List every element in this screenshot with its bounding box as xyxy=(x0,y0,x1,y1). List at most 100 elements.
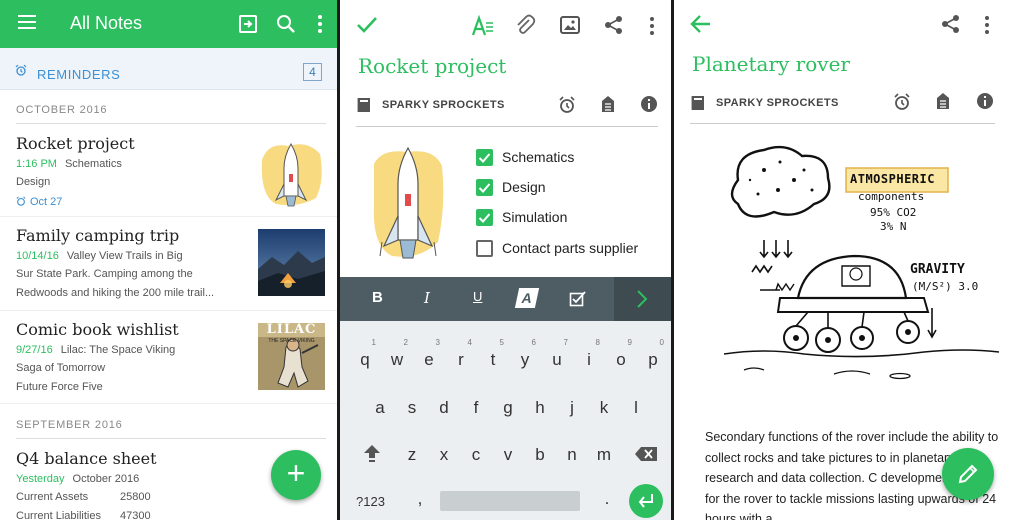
attach-icon[interactable] xyxy=(514,14,536,36)
enter-icon xyxy=(638,494,653,508)
key[interactable]: 5t xyxy=(481,338,505,370)
share-icon[interactable] xyxy=(941,14,961,34)
underline-button[interactable]: U xyxy=(473,289,482,304)
key[interactable]: 1q xyxy=(353,338,377,370)
key-label: y xyxy=(520,350,530,369)
reminders-bar[interactable]: REMINDERS 4 xyxy=(0,48,337,90)
chevron-right-icon xyxy=(637,290,648,308)
key[interactable]: m xyxy=(592,445,616,465)
italic-button[interactable]: I xyxy=(424,289,430,307)
note-thumbnail-comic: LILAC THE SPACE VIKING xyxy=(258,323,325,390)
key[interactable]: j xyxy=(560,398,584,418)
key[interactable]: k xyxy=(592,398,616,418)
key[interactable]: 7u xyxy=(545,338,569,370)
key[interactable]: 0p xyxy=(641,338,665,370)
share-icon[interactable] xyxy=(604,15,624,35)
key[interactable]: 3e xyxy=(417,338,441,370)
more-vert-icon[interactable] xyxy=(308,12,332,36)
key-label: q xyxy=(360,350,370,369)
more-vert-icon[interactable] xyxy=(642,15,662,37)
space-bar[interactable] xyxy=(440,491,580,511)
key[interactable]: x xyxy=(432,445,456,465)
note-title: Family camping trip xyxy=(16,226,180,245)
shift-icon[interactable] xyxy=(362,443,382,463)
header-divider xyxy=(690,123,995,124)
key-hint: 5 xyxy=(499,338,504,347)
note-editor-screen: Rocket project SPARKY SPROCKETS Schemati… xyxy=(340,0,671,520)
new-note-fab[interactable]: + xyxy=(271,450,321,500)
note-title: Q4 balance sheet xyxy=(16,449,157,468)
key[interactable]: 6y xyxy=(513,338,537,370)
checkbox-checked[interactable] xyxy=(476,179,493,196)
checklist-label: Contact parts supplier xyxy=(502,240,639,256)
symbols-key[interactable]: ?123 xyxy=(356,494,385,509)
more-vert-icon[interactable] xyxy=(977,14,997,36)
reminder-icon[interactable] xyxy=(558,96,576,114)
key[interactable]: a xyxy=(368,398,392,418)
highlight-button[interactable]: A xyxy=(514,288,540,308)
backspace-icon[interactable] xyxy=(634,446,658,462)
note-snippet-line: Saga of Tomorrow xyxy=(16,362,106,374)
info-icon[interactable] xyxy=(640,95,658,113)
period-key[interactable]: . xyxy=(595,489,619,509)
bold-button[interactable]: B xyxy=(372,289,383,306)
key[interactable]: c xyxy=(464,445,488,465)
key[interactable]: g xyxy=(496,398,520,418)
sync-icon[interactable] xyxy=(236,12,260,36)
key-label: o xyxy=(616,350,626,369)
note-title-field[interactable]: Rocket project xyxy=(358,54,506,78)
note-snippet: Valley View Trails in Big xyxy=(66,250,183,262)
checklist-label: Schematics xyxy=(502,149,575,165)
key[interactable]: 2w xyxy=(385,338,409,370)
highlight-label: A xyxy=(520,290,534,306)
format-more-panel[interactable] xyxy=(614,277,671,321)
key[interactable]: 8i xyxy=(577,338,601,370)
checkbox-unchecked[interactable] xyxy=(476,240,493,257)
checkbox-checked[interactable] xyxy=(476,149,493,166)
info-icon[interactable] xyxy=(976,92,994,110)
section-divider xyxy=(16,123,326,124)
check-icon[interactable] xyxy=(356,16,378,34)
note-title: Rocket project xyxy=(16,134,135,153)
section-header-september: SEPTEMBER 2016 xyxy=(16,419,123,431)
key[interactable]: v xyxy=(496,445,520,465)
key[interactable]: d xyxy=(432,398,456,418)
note-date: Yesterday xyxy=(16,473,65,485)
key-label: r xyxy=(458,350,464,369)
note-reminder: Oct 27 xyxy=(16,196,62,208)
key[interactable]: z xyxy=(400,445,424,465)
comma-key[interactable]: , xyxy=(408,489,432,509)
note-title: Comic book wishlist xyxy=(16,320,179,339)
note-thumbnail-campsite xyxy=(258,229,325,296)
text-format-icon[interactable] xyxy=(471,15,495,37)
checkmark-icon xyxy=(478,183,491,193)
search-icon[interactable] xyxy=(274,12,298,36)
menu-icon[interactable] xyxy=(18,15,36,29)
back-arrow-icon[interactable] xyxy=(690,14,712,34)
note-snippet: Schematics xyxy=(64,158,122,170)
tag-icon[interactable] xyxy=(600,95,616,113)
key-hint: 3 xyxy=(435,338,440,347)
key[interactable]: f xyxy=(464,398,488,418)
sketch-label-atmospheric: ATMOSPHERIC xyxy=(850,172,935,186)
tag-icon[interactable] xyxy=(935,92,951,110)
image-icon[interactable] xyxy=(559,14,581,36)
campsite-photo-image xyxy=(258,229,325,296)
key[interactable]: b xyxy=(528,445,552,465)
reminder-icon[interactable] xyxy=(893,93,911,111)
key[interactable]: n xyxy=(560,445,584,465)
key[interactable]: h xyxy=(528,398,552,418)
sketch-label-components: components xyxy=(858,190,925,203)
key[interactable]: s xyxy=(400,398,424,418)
app-bar: All Notes xyxy=(0,0,337,48)
checkbox-format-button[interactable] xyxy=(569,290,587,308)
key[interactable]: l xyxy=(624,398,648,418)
key[interactable]: 4r xyxy=(449,338,473,370)
key-label: p xyxy=(648,350,658,369)
checkbox-checked[interactable] xyxy=(476,209,493,226)
key-label: e xyxy=(424,350,434,369)
note-view-screen: Planetary rover SPARKY SPROCKETS ATMOSPH… xyxy=(674,0,1009,520)
key[interactable]: 9o xyxy=(609,338,633,370)
enter-key[interactable] xyxy=(629,484,663,518)
edit-note-fab[interactable] xyxy=(942,448,994,500)
